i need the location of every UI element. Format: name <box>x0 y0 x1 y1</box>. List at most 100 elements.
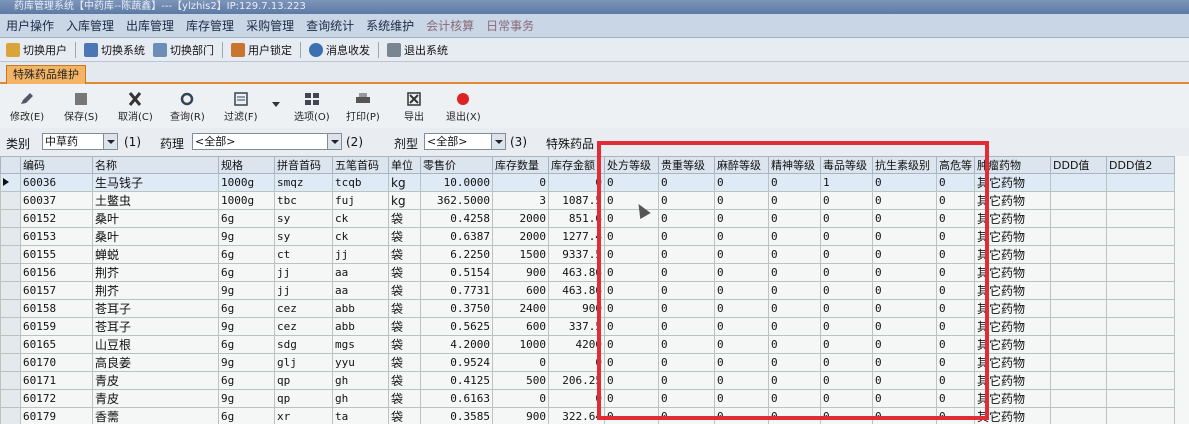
row-indicator[interactable] <box>0 317 21 336</box>
table-cell[interactable]: 9g <box>218 281 275 300</box>
col-retail-price[interactable]: 零售价 <box>420 156 493 174</box>
table-cell[interactable]: 60159 <box>20 317 93 336</box>
table-cell[interactable]: 9g <box>218 317 275 336</box>
table-cell[interactable]: 4.2000 <box>420 335 493 354</box>
menu-system[interactable]: 系统维护 <box>366 17 414 34</box>
col-pinyin[interactable]: 拼音首码 <box>274 156 333 174</box>
cancel-button[interactable]: 取消(C) <box>118 92 153 123</box>
table-cell[interactable]: abb <box>332 299 389 318</box>
table-row[interactable]: 60155 蝉蜕 6g ct jj 袋 6.2250 1500 9337.5 0 0 0 0 0 0 0 其它药… <box>0 245 1175 264</box>
table-cell[interactable]: 桑叶 <box>92 209 219 228</box>
table-cell[interactable] <box>1050 209 1107 228</box>
table-cell[interactable] <box>1050 281 1107 300</box>
table-cell[interactable]: 60165 <box>20 335 93 354</box>
chevron-down-icon[interactable] <box>327 134 341 149</box>
table-cell[interactable]: 600 <box>492 281 549 300</box>
table-cell[interactable]: 袋 <box>388 353 421 372</box>
row-indicator[interactable] <box>0 245 21 264</box>
table-cell[interactable]: xr <box>274 407 333 424</box>
table-cell[interactable]: 0.7731 <box>420 281 493 300</box>
table-cell[interactable]: tcqb <box>332 173 389 192</box>
print-button[interactable]: 打印(P) <box>346 92 380 123</box>
table-cell[interactable]: qp <box>274 389 333 408</box>
table-cell[interactable]: 6g <box>218 299 275 318</box>
table-cell[interactable]: 香薷 <box>92 407 219 424</box>
messages-button[interactable]: 消息收发 <box>309 42 370 58</box>
table-cell[interactable]: 袋 <box>388 317 421 336</box>
table-cell[interactable]: 山豆根 <box>92 335 219 354</box>
table-row[interactable]: 60158 苍耳子 6g cez abb 袋 0.3750 2400 900 0 0 0 0 0 0 0 其它药… <box>0 299 1175 318</box>
filter-button[interactable]: 过滤(F) <box>224 92 258 123</box>
switch-dept-button[interactable]: 切换部门 <box>153 42 214 58</box>
table-cell[interactable]: 青皮 <box>92 389 219 408</box>
table-cell[interactable]: 2000 <box>492 227 549 246</box>
row-indicator[interactable] <box>0 335 21 354</box>
menu-outbound[interactable]: 出库管理 <box>126 17 174 34</box>
table-cell[interactable]: 600 <box>492 317 549 336</box>
exit-system-button[interactable]: 退出系统 <box>387 42 448 58</box>
table-row[interactable]: 60152 桑叶 6g sy ck 袋 0.4258 2000 851.6 0 0 0 0 0 0 0 其它药物 <box>0 209 1175 228</box>
table-cell[interactable]: ck <box>332 227 389 246</box>
table-cell[interactable]: ck <box>332 209 389 228</box>
table-cell[interactable]: 60036 <box>20 173 93 192</box>
table-cell[interactable]: 苍耳子 <box>92 317 219 336</box>
table-cell[interactable]: 袋 <box>388 389 421 408</box>
table-cell[interactable]: 袋 <box>388 281 421 300</box>
row-indicator[interactable] <box>0 173 21 192</box>
menu-inventory[interactable]: 库存管理 <box>186 17 234 34</box>
tab-special-drug-maintenance[interactable]: 特殊药品维护 <box>6 65 86 84</box>
table-cell[interactable]: 60152 <box>20 209 93 228</box>
table-cell[interactable]: 0.6163 <box>420 389 493 408</box>
table-cell[interactable]: 青皮 <box>92 371 219 390</box>
table-row[interactable]: 60036 生马钱子 1000g smqz tcqb kg 10.0000 0 0 0 0 0 0 1 0 0… <box>0 173 1175 192</box>
table-cell[interactable]: 60155 <box>20 245 93 264</box>
table-cell[interactable] <box>1106 173 1175 192</box>
table-cell[interactable]: 60153 <box>20 227 93 246</box>
table-cell[interactable]: 0 <box>492 389 549 408</box>
query-button[interactable]: 查询(R) <box>170 92 205 123</box>
table-row[interactable]: 60157 荆芥 9g jj aa 袋 0.7731 600 463.86 0 0 0 0 0 0 0 其它药物 <box>0 281 1175 300</box>
table-cell[interactable]: 500 <box>492 371 549 390</box>
table-cell[interactable] <box>1106 191 1175 210</box>
row-indicator[interactable] <box>0 227 21 246</box>
table-row[interactable]: 60159 苍耳子 9g cez abb 袋 0.5625 600 337.5 0 0 0 0 0 0 0 其它… <box>0 317 1175 336</box>
row-indicator[interactable] <box>0 281 21 300</box>
table-cell[interactable] <box>1050 317 1107 336</box>
menu-purchase[interactable]: 采购管理 <box>246 17 294 34</box>
table-row[interactable]: 60153 桑叶 9g sy ck 袋 0.6387 2000 1277.4 0 0 0 0 0 0 0 其它药… <box>0 227 1175 246</box>
table-cell[interactable] <box>1106 353 1175 372</box>
table-cell[interactable]: sdg <box>274 335 333 354</box>
edit-button[interactable]: 修改(E) <box>10 92 44 123</box>
table-row[interactable]: 60170 高良姜 9g glj yyu 袋 0.9524 0 0 0 0 0 0 0 0 0 其它药物 <box>0 353 1175 372</box>
table-cell[interactable]: 10.0000 <box>420 173 493 192</box>
table-cell[interactable] <box>1106 263 1175 282</box>
table-cell[interactable]: yyu <box>332 353 389 372</box>
row-indicator[interactable] <box>0 299 21 318</box>
table-cell[interactable]: ta <box>332 407 389 424</box>
table-cell[interactable] <box>1106 227 1175 246</box>
table-cell[interactable]: 蝉蜕 <box>92 245 219 264</box>
row-indicator[interactable] <box>0 209 21 228</box>
table-cell[interactable]: 1000g <box>218 173 275 192</box>
table-cell[interactable]: 6g <box>218 407 275 424</box>
table-cell[interactable]: ct <box>274 245 333 264</box>
table-cell[interactable]: 1000g <box>218 191 275 210</box>
chevron-down-icon[interactable] <box>491 134 505 149</box>
table-cell[interactable]: jj <box>274 263 333 282</box>
col-unit[interactable]: 单位 <box>388 156 421 174</box>
lock-user-button[interactable]: 用户锁定 <box>231 42 292 58</box>
chevron-down-icon[interactable] <box>103 134 117 149</box>
table-cell[interactable]: jj <box>332 245 389 264</box>
table-cell[interactable]: 袋 <box>388 299 421 318</box>
table-cell[interactable]: gh <box>332 389 389 408</box>
table-cell[interactable]: 2400 <box>492 299 549 318</box>
switch-user-button[interactable]: 切换用户 <box>6 42 67 58</box>
table-cell[interactable]: qp <box>274 371 333 390</box>
table-cell[interactable]: 袋 <box>388 263 421 282</box>
table-cell[interactable]: kg <box>388 191 421 210</box>
table-cell[interactable]: abb <box>332 317 389 336</box>
table-cell[interactable] <box>1050 245 1107 264</box>
table-cell[interactable]: smqz <box>274 173 333 192</box>
table-cell[interactable]: sy <box>274 209 333 228</box>
table-cell[interactable]: tbc <box>274 191 333 210</box>
